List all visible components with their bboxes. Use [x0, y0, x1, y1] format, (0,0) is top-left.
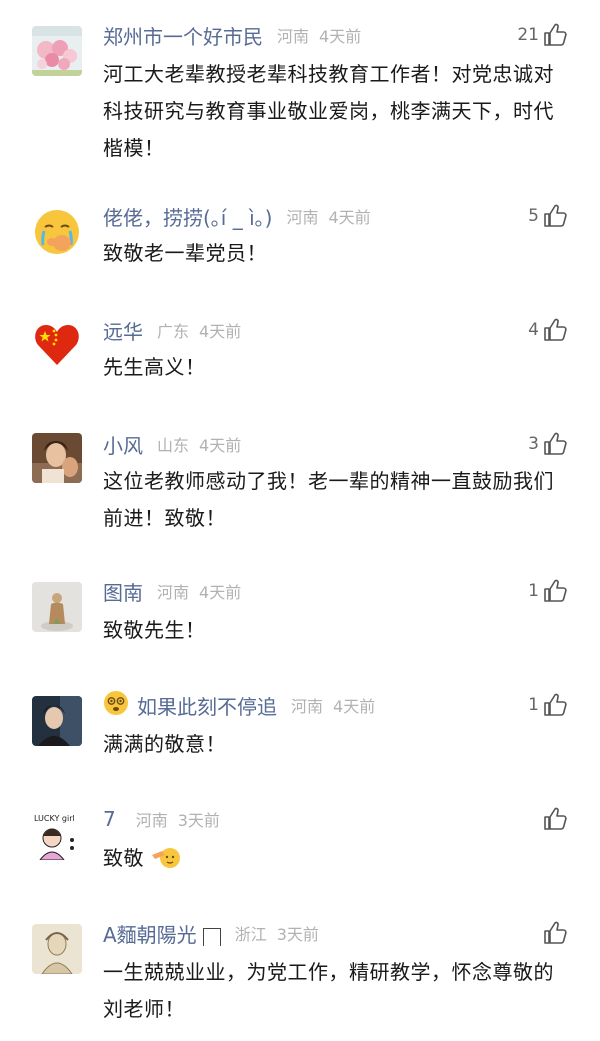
comment-meta: 小风 山东 4天前 [103, 427, 241, 461]
comment-text-content: 致敬 [103, 846, 144, 870]
like-button[interactable]: 3 [528, 427, 568, 461]
like-count: 1 [528, 581, 539, 601]
comment-text: 这位老教师感动了我！老一辈的精神一直鼓励我们前进！致敬！ [103, 469, 554, 530]
like-count: 21 [517, 25, 539, 45]
thumbs-up-icon [544, 318, 567, 341]
avatar[interactable] [32, 582, 82, 632]
user-badge-icon [202, 928, 221, 946]
thumbs-up-icon [544, 921, 567, 944]
avatar[interactable] [32, 319, 82, 369]
avatar-text: LUCKY girl [34, 814, 75, 823]
region: 河南 [291, 697, 324, 716]
avatar[interactable] [32, 924, 82, 974]
portrait-photo-icon [32, 433, 82, 483]
timestamp: 3天前 [276, 925, 319, 944]
timestamp: 4天前 [199, 322, 242, 341]
comment-meta: 7 河南 3天前 [103, 802, 220, 836]
like-count: 4 [528, 320, 539, 340]
region: 河南 [157, 583, 190, 602]
user-name[interactable]: 小风 [103, 430, 143, 459]
like-count: 1 [528, 695, 539, 715]
timestamp: 4天前 [319, 27, 362, 46]
figure-photo-icon [32, 582, 82, 632]
comment-text: 先生高义！ [103, 355, 206, 379]
comment-meta: 如果此刻不停追 河南 4天前 [103, 688, 375, 722]
comment-text: 致敬 [103, 840, 563, 881]
flowers-photo-icon [32, 26, 82, 76]
comment-text: 一生兢兢业业，为党工作，精研教学，怀念尊敬的刘老师！ [103, 960, 554, 1021]
dizzy-face-emoji-icon [103, 690, 129, 720]
like-button[interactable]: 1 [528, 574, 568, 608]
salute-emoji-icon [151, 844, 181, 881]
region: 河南 [286, 208, 319, 227]
user-name[interactable]: 郑州市一个好市民 [103, 21, 263, 50]
comment-text: 致敬先生！ [103, 618, 206, 642]
avatar[interactable] [32, 696, 82, 746]
comment-text: 河工大老辈教授老辈科技教育工作者！对党忠诚对科技研究与教育事业敬业爱岗，桃李满天… [103, 62, 554, 160]
comment-meta: 佬佬，捞捞(｡í _ ì｡) 河南 4天前 [103, 199, 371, 233]
region: 浙江 [234, 925, 267, 944]
thumbs-up-icon [544, 807, 567, 830]
like-button[interactable] [542, 802, 568, 836]
like-count: 5 [528, 206, 539, 226]
china-flag-heart-avatar-icon [32, 319, 82, 369]
like-button[interactable] [542, 916, 568, 950]
region: 广东 [157, 322, 190, 341]
like-button[interactable]: 5 [528, 199, 568, 233]
region: 山东 [157, 436, 190, 455]
comment-meta: 图南 河南 4天前 [103, 574, 241, 608]
thumbs-up-icon [544, 204, 567, 227]
timestamp: 4天前 [333, 697, 376, 716]
thumbs-up-icon [544, 432, 567, 455]
like-button[interactable]: 21 [517, 18, 568, 52]
user-name[interactable]: 远华 [103, 316, 143, 345]
crying-emoji-avatar-icon [32, 207, 82, 257]
thumbs-up-icon [544, 23, 567, 46]
vintage-sketch-portrait-icon [32, 924, 82, 974]
lucky-girl-doodle-icon: LUCKY girl [32, 810, 82, 860]
like-count: 3 [528, 434, 539, 454]
comment-meta: 远华 广东 4天前 [103, 313, 241, 347]
user-name[interactable]: 如果此刻不停追 [137, 691, 277, 720]
like-button[interactable]: 1 [528, 688, 568, 722]
timestamp: 4天前 [328, 208, 371, 227]
region: 河南 [135, 811, 168, 830]
thumbs-up-icon [544, 693, 567, 716]
user-name[interactable]: A麵朝陽光 [103, 919, 197, 948]
comment-text: 致敬老一辈党员！ [103, 241, 267, 265]
user-name[interactable]: 图南 [103, 577, 143, 606]
user-name[interactable]: 7 [103, 807, 116, 831]
region: 河南 [277, 27, 310, 46]
comment-meta: A麵朝陽光 浙江 3天前 [103, 916, 319, 950]
timestamp: 3天前 [177, 811, 220, 830]
man-portrait-photo-icon [32, 696, 82, 746]
avatar[interactable] [32, 207, 82, 257]
timestamp: 4天前 [199, 436, 242, 455]
timestamp: 4天前 [199, 583, 242, 602]
avatar[interactable]: LUCKY girl [32, 810, 82, 860]
avatar[interactable] [32, 433, 82, 483]
avatar[interactable] [32, 26, 82, 76]
like-button[interactable]: 4 [528, 313, 568, 347]
comment-text: 满满的敬意！ [103, 732, 226, 756]
comment-meta: 郑州市一个好市民 河南 4天前 [103, 18, 361, 52]
thumbs-up-icon [544, 579, 567, 602]
user-name[interactable]: 佬佬，捞捞(｡í _ ì｡) [103, 202, 272, 231]
